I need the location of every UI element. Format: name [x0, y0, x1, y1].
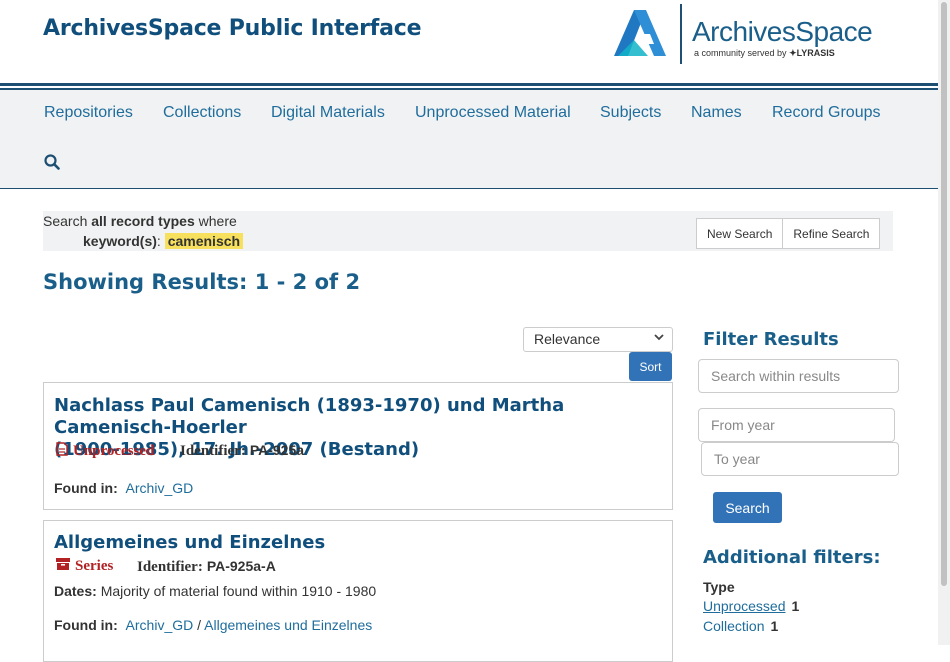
additional-filters-heading: Additional filters: [703, 547, 881, 568]
logo-wordmark: ArchivesSpace [692, 16, 873, 47]
found-in-link[interactable]: Archiv_GD [126, 480, 194, 496]
identifier: Identifier: PA-925a-A [137, 558, 276, 575]
facet-link-unprocessed[interactable]: Unprocessed [703, 598, 786, 614]
result-card: Allgemeines und Einzelnes Series Identif… [43, 520, 673, 662]
sort-select[interactable]: Relevance [523, 327, 673, 352]
nav-item-repositories[interactable]: Repositories [44, 104, 133, 122]
nav-item-subjects[interactable]: Subjects [600, 104, 661, 122]
nav-item-record-groups[interactable]: Record Groups [772, 104, 881, 122]
refine-search-button[interactable]: Refine Search [783, 218, 881, 249]
search-within-input[interactable]: Search within results [698, 359, 899, 393]
from-year-input[interactable]: From year [698, 408, 895, 442]
found-in: Found in: Archiv_GD [54, 480, 194, 496]
filter-search-button[interactable]: Search [713, 492, 782, 523]
archivesspace-logo[interactable]: ArchivesSpace a community served by ✦LYR… [612, 4, 892, 66]
dates: Dates: Majority of material found within… [54, 583, 377, 599]
nav-item-collections[interactable]: Collections [163, 104, 241, 122]
nav-item-names[interactable]: Names [691, 104, 742, 122]
new-search-button[interactable]: New Search [696, 218, 784, 249]
search-term: camenisch [164, 233, 244, 249]
nav-item-unprocessed-material[interactable]: Unprocessed Material [415, 104, 571, 122]
sort-button[interactable]: Sort [629, 352, 672, 381]
found-in-link[interactable]: Allgemeines und Einzelnes [204, 617, 372, 633]
site-header: ArchivesSpace Public Interface ArchivesS… [0, 0, 938, 84]
facet-item: Unprocessed 1 [703, 598, 800, 614]
filter-heading: Filter Results [703, 329, 839, 350]
identifier: Identifier: PA-925a [180, 442, 305, 459]
record-type-badge: Unprocessed [56, 442, 154, 461]
facet-type-label: Type [703, 579, 735, 595]
record-type-badge: Series [56, 558, 113, 575]
nav-item-digital-materials[interactable]: Digital Materials [271, 104, 385, 122]
folder-icon [56, 558, 70, 575]
search-term-line: keyword(s): camenisch [83, 233, 244, 249]
result-card: Nachlass Paul Camenisch (1893-1970) und … [43, 382, 673, 510]
result-title[interactable]: Allgemeines und Einzelnes [54, 532, 325, 554]
header-divider [0, 83, 938, 86]
file-icon [56, 442, 68, 461]
main-nav: Repositories Collections Digital Materia… [0, 90, 938, 189]
found-in-link[interactable]: Archiv_GD [126, 617, 194, 633]
site-title[interactable]: ArchivesSpace Public Interface [43, 16, 422, 41]
search-actions: New Search Refine Search [696, 218, 881, 249]
facet-link-collection[interactable]: Collection [703, 618, 764, 634]
scrollbar-thumb[interactable] [941, 2, 947, 586]
to-year-input[interactable]: To year [701, 442, 899, 476]
facet-item: Collection 1 [703, 618, 779, 634]
search-summary-line: Search all record types where [43, 213, 237, 229]
search-icon[interactable] [44, 154, 60, 170]
results-heading: Showing Results: 1 - 2 of 2 [43, 270, 361, 294]
logo-tagline: a community served by ✦LYRASIS [694, 48, 835, 58]
found-in: Found in: Archiv_GD / Allgemeines und Ei… [54, 617, 373, 633]
search-summary: Search all record types where keyword(s)… [43, 211, 893, 251]
chevron-down-icon [654, 331, 664, 346]
